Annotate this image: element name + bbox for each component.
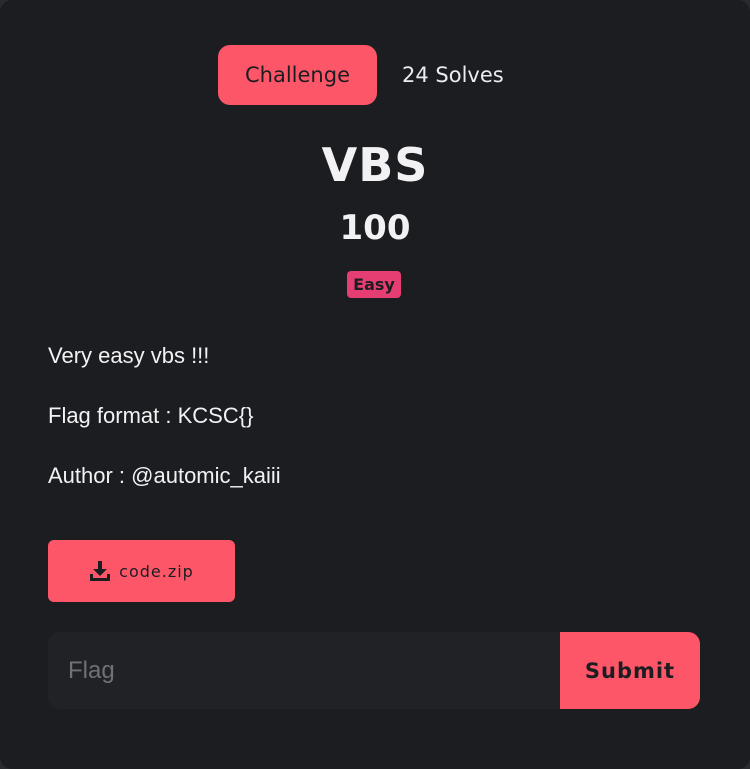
tab-solves[interactable]: 24 Solves [402,45,504,105]
flag-form: Submit [48,632,700,709]
download-icon [89,560,111,582]
download-file-button[interactable]: code.zip [48,540,235,602]
file-name: code.zip [119,561,194,581]
difficulty-badge: Easy [347,271,401,298]
description-line: Very easy vbs !!! [48,343,210,368]
flag-input[interactable] [48,632,560,709]
tab-challenge[interactable]: Challenge [218,45,377,105]
challenge-description: Very easy vbs !!! Flag format : KCSC{} A… [48,338,708,518]
challenge-points: 100 [339,208,411,248]
description-line: Flag format : KCSC{} [48,403,254,428]
challenge-tabs: Challenge 24 Solves [0,45,750,105]
challenge-title: VBS [321,138,429,192]
challenge-modal: Challenge 24 Solves VBS 100 Easy Very ea… [0,0,750,769]
submit-button[interactable]: Submit [560,632,700,709]
description-line: Author : @automic_kaiii [48,463,281,488]
